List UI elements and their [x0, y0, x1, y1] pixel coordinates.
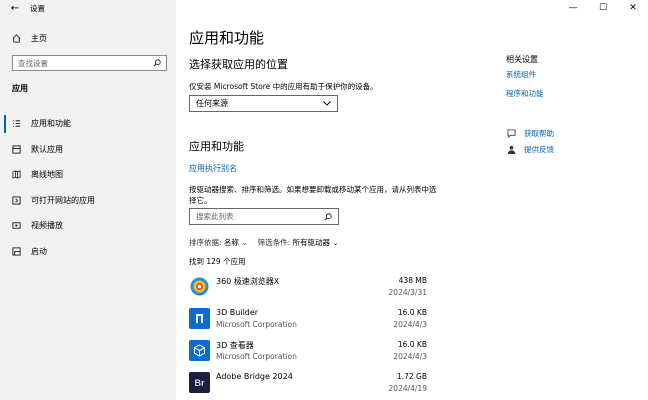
- adobe-bridge-icon-text: Br: [194, 377, 205, 388]
- sidebar-item-label: 启动: [31, 246, 47, 256]
- startup-icon: [12, 247, 21, 256]
- app-name: 3D Builder: [216, 308, 259, 317]
- chevron-down-icon: ⌄: [241, 238, 248, 247]
- adobe-bridge-icon: Br: [189, 372, 210, 393]
- sidebar-item-label: 视频播放: [31, 221, 63, 231]
- filter-label: 筛选条件:: [257, 238, 291, 247]
- search-icon: [153, 59, 161, 67]
- app-list-search-input[interactable]: 搜索此列表: [189, 208, 339, 225]
- app-size: 16.0 KB: [397, 308, 427, 317]
- app-size: 438 MB: [398, 276, 427, 285]
- sidebar-item-label: 离线地图: [31, 170, 63, 180]
- page-title: 应用和功能: [189, 29, 265, 47]
- related-settings: 相关设置 系统组件 程序和功能: [506, 54, 636, 103]
- sidebar-item-label: 应用和功能: [31, 119, 71, 129]
- get-help-label: 获取帮助: [524, 128, 554, 138]
- sidebar-item-offline-maps[interactable]: 离线地图: [0, 162, 176, 188]
- app-list-search-placeholder: 搜索此列表: [196, 212, 234, 221]
- settings-search-placeholder: 查找设置: [18, 58, 48, 68]
- give-feedback-link[interactable]: 提供反馈: [506, 141, 554, 157]
- list-icon: [12, 119, 21, 128]
- app-list: 360 极速浏览器X 438 MB 2024/3/31 3D Builder M…: [189, 272, 427, 400]
- give-feedback-label: 提供反馈: [524, 144, 554, 154]
- app-date: 2024/4/19: [388, 384, 427, 393]
- home-nav[interactable]: 主页: [12, 33, 47, 44]
- sidebar-nav: 应用和功能 默认应用 离线地图 可打开网站的应用 视频播放 启动: [0, 111, 176, 264]
- chevron-down-icon: ⌄: [332, 238, 339, 247]
- get-help-link[interactable]: 获取帮助: [506, 125, 554, 141]
- web-link-icon: [12, 196, 21, 205]
- default-apps-icon: [12, 145, 21, 154]
- app-date: 2024/3/31: [388, 288, 427, 297]
- 3d-viewer-icon: [189, 340, 210, 361]
- app-date: 2024/4/3: [393, 352, 427, 361]
- sidebar-item-apps-for-websites[interactable]: 可打开网站的应用: [0, 188, 176, 214]
- apps-features-heading: 应用和功能: [189, 140, 244, 153]
- sidebar-item-default-apps[interactable]: 默认应用: [0, 137, 176, 163]
- home-label: 主页: [31, 34, 47, 43]
- window-title: 设置: [30, 3, 45, 13]
- app-publisher: Microsoft Corporation: [216, 320, 297, 329]
- list-item[interactable]: 3D Builder Microsoft Corporation 16.0 KB…: [189, 304, 427, 336]
- list-item[interactable]: 360 极速浏览器X 438 MB 2024/3/31: [189, 272, 427, 304]
- sort-dropdown[interactable]: 排序依据: 名称 ⌄: [189, 237, 248, 248]
- browser-360-icon: [189, 276, 210, 297]
- sidebar-item-apps-features[interactable]: 应用和功能: [0, 111, 176, 137]
- app-source-dropdown[interactable]: 任何来源: [189, 95, 338, 112]
- filter-value: 所有驱动器: [292, 238, 331, 247]
- system-components-link[interactable]: 系统组件: [506, 69, 636, 80]
- settings-search-input[interactable]: 查找设置: [12, 55, 167, 71]
- app-name: 360 极速浏览器X: [216, 277, 280, 286]
- sort-label: 排序依据:: [189, 238, 222, 247]
- video-icon: [12, 221, 21, 230]
- sidebar-item-startup[interactable]: 启动: [0, 239, 176, 265]
- list-item[interactable]: 3D 查看器 Microsoft Corporation 16.0 KB 202…: [189, 336, 427, 368]
- app-name: Adobe Bridge 2024: [216, 372, 293, 381]
- app-name: 3D 查看器: [216, 341, 254, 350]
- app-size: 16.0 KB: [397, 340, 427, 349]
- app-execution-alias-link[interactable]: 应用执行别名: [189, 163, 237, 174]
- 3d-builder-icon: [189, 308, 210, 329]
- section-label-apps: 应用: [12, 84, 28, 93]
- titlebar: ← 设置: [0, 0, 176, 16]
- app-source-value: 任何来源: [196, 99, 228, 108]
- search-icon: [324, 212, 332, 220]
- window-controls: — ☐ ✕: [558, 0, 648, 16]
- app-date: 2024/4/3: [393, 320, 427, 329]
- help-section: 获取帮助 提供反馈: [506, 125, 554, 157]
- sidebar-item-label: 可打开网站的应用: [31, 195, 95, 205]
- main-content: — ☐ ✕ 应用和功能 选择获取应用的位置 仅安装 Microsoft Stor…: [176, 0, 648, 400]
- home-icon: [12, 34, 21, 43]
- choose-location-description: 仅安装 Microsoft Store 中的应用有助于保护你的设备。: [189, 82, 378, 91]
- chevron-down-icon: [323, 101, 331, 106]
- maximize-button[interactable]: ☐: [588, 0, 618, 16]
- related-settings-title: 相关设置: [506, 55, 538, 64]
- app-size: 1.72 GB: [396, 372, 427, 381]
- sort-filter-row: 排序依据: 名称 ⌄ 筛选条件: 所有驱动器 ⌄: [189, 237, 339, 248]
- minimize-button[interactable]: —: [558, 0, 588, 16]
- sidebar-item-label: 默认应用: [31, 144, 63, 154]
- apps-found-count: 找到 129 个应用: [189, 257, 246, 266]
- sort-value: 名称: [223, 238, 239, 247]
- back-button[interactable]: ←: [0, 0, 30, 16]
- sidebar-item-video-playback[interactable]: 视频播放: [0, 213, 176, 239]
- filter-dropdown[interactable]: 筛选条件: 所有驱动器 ⌄: [258, 237, 339, 248]
- apps-search-description: 按驱动器搜索、排序和筛选。如果想要卸载或移动某个应用，请从列表中选择它。: [189, 185, 437, 205]
- choose-location-heading: 选择获取应用的位置: [189, 58, 288, 71]
- sidebar: ← 设置 主页 查找设置 应用 应用和功能 默认应用 离线地图 可打开网站的应用…: [0, 0, 176, 400]
- help-chat-icon: [506, 128, 516, 138]
- map-icon: [12, 170, 21, 179]
- list-item[interactable]: Br Adobe Bridge 2024 1.72 GB 2024/4/19: [189, 368, 427, 400]
- app-publisher: Microsoft Corporation: [216, 352, 297, 361]
- feedback-person-icon: [506, 145, 516, 154]
- close-button[interactable]: ✕: [618, 0, 648, 16]
- programs-features-link[interactable]: 程序和功能: [506, 88, 636, 99]
